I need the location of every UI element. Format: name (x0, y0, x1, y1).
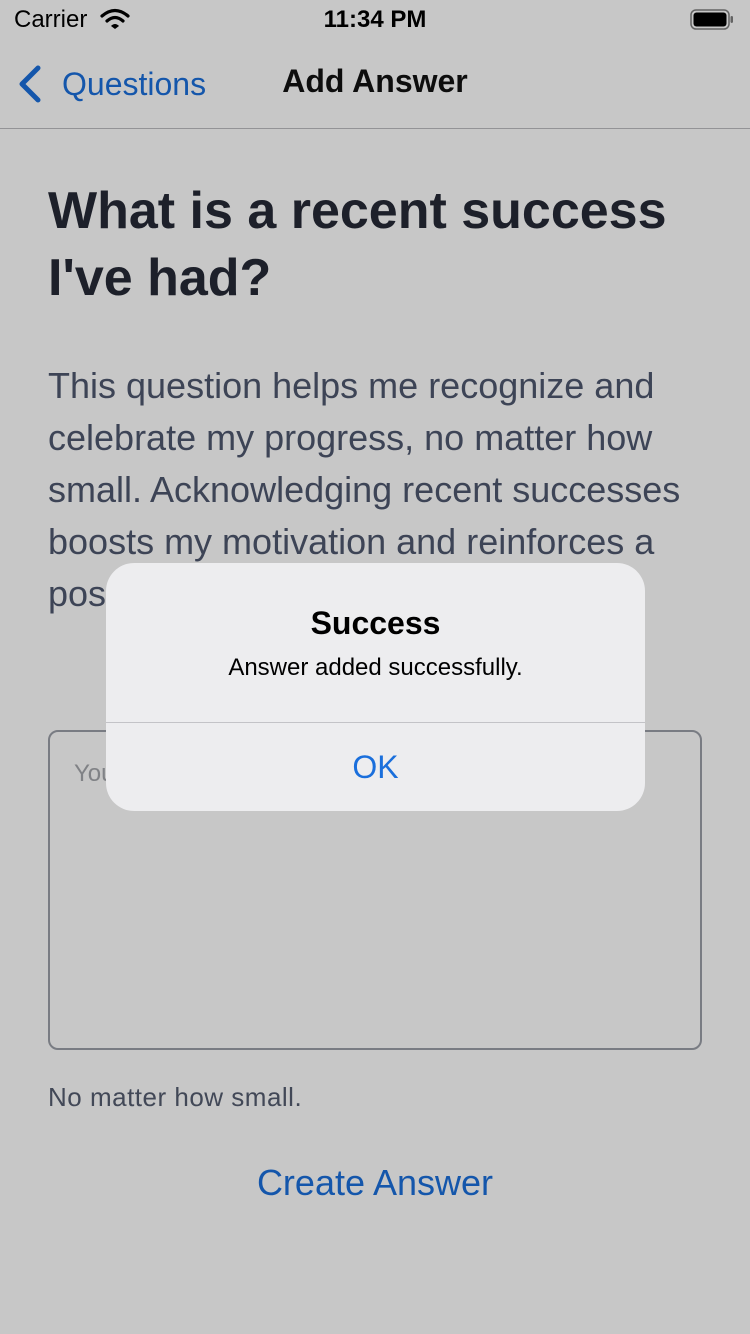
success-alert: Success Answer added successfully. OK (106, 563, 645, 811)
alert-message: Answer added successfully. (228, 654, 523, 681)
alert-title: Success (310, 605, 441, 641)
alert-ok-button[interactable]: OK (106, 723, 645, 811)
